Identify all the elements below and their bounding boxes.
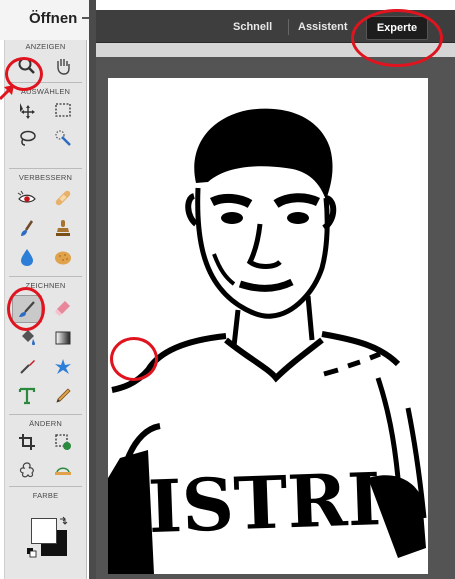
- recompose-icon: [55, 434, 71, 450]
- brush-icon: [19, 301, 35, 317]
- crop-icon: [19, 434, 35, 450]
- options-strip: [96, 43, 455, 57]
- content-aware-move-icon: [19, 462, 34, 478]
- toolbox-panel: ANZEIGEN AUSWÄHLEN VERBESSERN ZEICHNEN Ä…: [4, 40, 87, 579]
- brush-tool[interactable]: [12, 295, 42, 323]
- custom-shape-icon: [55, 359, 71, 374]
- pencil-icon: [56, 388, 71, 403]
- svg-text:ISTRI: ISTRI: [147, 456, 383, 549]
- recompose-tool[interactable]: [49, 430, 77, 454]
- lasso-tool[interactable]: [13, 126, 41, 150]
- sponge-tool[interactable]: [49, 245, 77, 269]
- document-canvas[interactable]: ISTRI: [108, 78, 428, 574]
- type-tool[interactable]: [13, 384, 41, 408]
- mode-divider: [288, 19, 289, 35]
- portrait-image: ISTRI: [108, 78, 428, 574]
- spot-healing-tool[interactable]: [49, 186, 77, 210]
- annotation-arrow-icon: [0, 85, 14, 101]
- panel-divider: [89, 0, 96, 579]
- gradient-tool[interactable]: [49, 326, 77, 350]
- pencil-tool[interactable]: [49, 384, 77, 408]
- mode-bar: Schnell Assistent Experte: [96, 10, 455, 43]
- default-colors-icon[interactable]: [27, 548, 37, 558]
- open-menu-label: Öffnen: [29, 10, 78, 27]
- eyedropper-icon: [20, 360, 35, 374]
- red-eye-tool[interactable]: [13, 186, 41, 210]
- marquee-icon: [55, 103, 71, 117]
- crop-tool[interactable]: [13, 430, 41, 454]
- paint-bucket-tool[interactable]: [13, 326, 41, 350]
- clone-stamp-icon: [56, 220, 70, 236]
- dropdown-icon: [82, 17, 89, 19]
- straighten-icon: [55, 467, 71, 475]
- eraser-tool[interactable]: [49, 296, 77, 320]
- eraser-icon: [55, 301, 70, 316]
- swap-colors-icon[interactable]: [59, 516, 69, 526]
- move-tool[interactable]: [13, 98, 41, 122]
- eyedropper-tool[interactable]: [13, 355, 41, 379]
- section-divider: [9, 82, 82, 83]
- foreground-color-swatch[interactable]: [31, 518, 57, 544]
- mode-schnell-button[interactable]: Schnell: [233, 10, 272, 42]
- content-aware-move-tool[interactable]: [13, 458, 41, 482]
- workspace: ISTRI: [96, 57, 455, 579]
- marquee-tool[interactable]: [49, 98, 77, 122]
- mode-experte-button[interactable]: Experte: [366, 16, 428, 40]
- section-label-verbessern: VERBESSERN: [18, 173, 73, 182]
- straighten-tool[interactable]: [49, 458, 77, 482]
- photo-editor-window: Öffnen Schnell Assistent Experte ISTRI A…: [0, 0, 455, 579]
- zoom-icon: [18, 57, 35, 74]
- section-divider: [9, 486, 82, 487]
- sponge-icon: [55, 251, 71, 265]
- gradient-icon: [55, 331, 71, 345]
- quick-selection-icon: [55, 130, 71, 146]
- section-divider: [9, 414, 82, 415]
- red-eye-icon: [17, 190, 36, 203]
- section-label-anzeigen: ANZEIGEN: [25, 42, 66, 51]
- smart-brush-icon: [21, 220, 34, 236]
- section-divider: [9, 276, 82, 277]
- mode-assistent-button[interactable]: Assistent: [298, 10, 356, 42]
- paint-bucket-icon: [22, 330, 35, 346]
- spot-healing-icon: [55, 190, 71, 206]
- type-icon: [18, 387, 36, 405]
- color-swatches[interactable]: [27, 516, 69, 560]
- zoom-tool[interactable]: [13, 54, 41, 78]
- clone-stamp-tool[interactable]: [49, 216, 77, 240]
- hand-icon: [57, 59, 70, 75]
- section-label-farbe: FARBE: [32, 491, 59, 500]
- move-icon: [20, 103, 35, 119]
- section-divider: [9, 168, 82, 169]
- section-label-aendern: ÄNDERN: [29, 419, 62, 428]
- smart-brush-tool[interactable]: [13, 216, 41, 240]
- hand-tool[interactable]: [49, 54, 77, 78]
- section-label-auswaehlen: AUSWÄHLEN: [20, 87, 71, 96]
- lasso-icon: [20, 130, 36, 146]
- open-menu[interactable]: Öffnen: [0, 0, 89, 40]
- section-label-zeichnen: ZEICHNEN: [25, 281, 66, 290]
- custom-shape-tool[interactable]: [49, 355, 77, 379]
- quick-selection-tool[interactable]: [49, 126, 77, 150]
- blur-tool[interactable]: [13, 245, 41, 269]
- blur-icon: [21, 249, 33, 266]
